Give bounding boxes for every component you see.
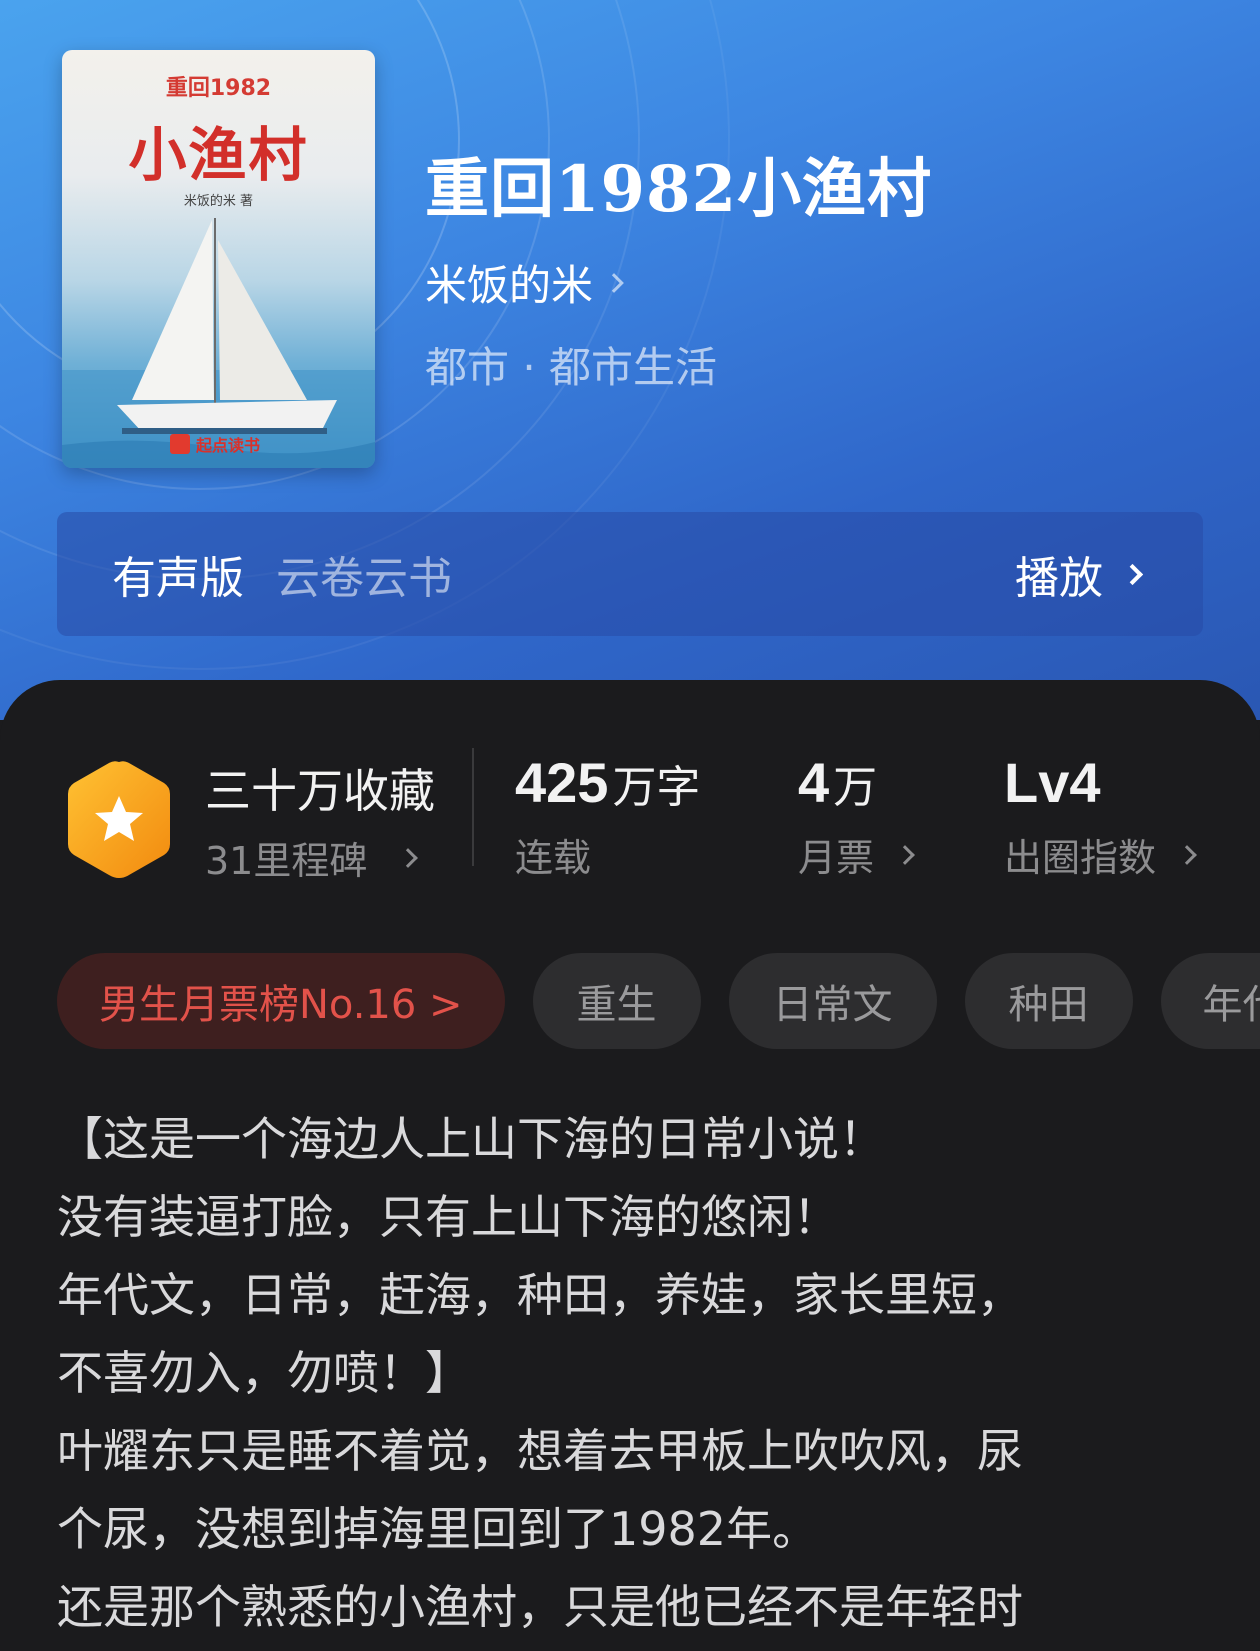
tag-chip[interactable]: 日常文 — [728, 953, 937, 1049]
audio-edition-bar[interactable]: 有声版 云卷云书 播放 — [57, 512, 1203, 636]
sailboat-illustration — [62, 218, 375, 468]
author-link[interactable]: 米饭的米 — [425, 252, 624, 313]
chevron-right-icon — [604, 272, 624, 293]
description-line: 个尿，没想到掉海里回到了1982年。 — [57, 1502, 819, 1556]
brand-logo-icon — [170, 434, 190, 454]
serial-status: 连载 — [515, 836, 592, 880]
cover-main-title: 小渔村 — [128, 121, 309, 189]
book-description[interactable]: 【这是一个海边人上山下海的日常小说！ 没有装逼打脸，只有上山下海的悠闲！ 年代文… — [57, 1100, 1217, 1646]
author-name: 米饭的米 — [425, 261, 594, 310]
book-genre[interactable]: 都市 · 都市生活 — [425, 334, 717, 395]
tag-chip[interactable]: 重生 — [532, 953, 701, 1049]
tag-list: 男生月票榜No.16 > 重生 日常文 种田 年代 — [57, 953, 1260, 1049]
monthly-ticket-stat[interactable]: 4 万 月票 — [798, 750, 915, 882]
play-button[interactable]: 播放 — [1015, 542, 1148, 606]
cover-brand: 起点读书 — [170, 432, 260, 456]
chevron-right-icon — [1121, 563, 1144, 585]
word-count-value: 425 — [515, 751, 609, 814]
play-label: 播放 — [1015, 553, 1103, 604]
chevron-right-icon — [1177, 844, 1197, 865]
popularity-level: Lv4 — [1004, 751, 1101, 814]
rank-tag[interactable]: 男生月票榜No.16 > — [57, 953, 505, 1049]
cover-author: 米饭的米 著 — [183, 194, 254, 209]
word-count-unit: 万字 — [612, 762, 701, 813]
tag-chip[interactable]: 年代 — [1160, 953, 1260, 1049]
monthly-ticket-label: 月票 — [798, 836, 875, 880]
description-line: 不喜勿入，勿喷！】 — [57, 1346, 471, 1400]
milestones-label: 31里程碑 — [205, 839, 368, 883]
monthly-ticket-value: 4 — [798, 751, 830, 814]
chevron-right-icon — [895, 844, 915, 865]
book-title: 重回1982小渔村 — [425, 152, 933, 227]
chevron-right-icon — [398, 847, 419, 868]
milestones-link[interactable]: 31里程碑 — [205, 830, 419, 885]
description-line: 【这是一个海边人上山下海的日常小说！ — [57, 1112, 885, 1166]
cover-brand-text: 起点读书 — [196, 436, 261, 455]
book-cover[interactable]: 重回1982 小渔村 米饭的米 著 起点读书 — [62, 50, 375, 468]
description-line: 没有装逼打脸，只有上山下海的悠闲！ — [57, 1190, 839, 1244]
book-header: 重回1982 小渔村 米饭的米 著 起点读书 重回1982小渔村 米饭的米 都市… — [0, 0, 1260, 720]
description-line: 叶耀东只是睡不着觉，想着去甲板上吹吹风，尿 — [57, 1424, 1023, 1478]
audio-label: 有声版 — [112, 553, 244, 604]
tag-chip[interactable]: 种田 — [964, 953, 1133, 1049]
stats-divider — [472, 748, 474, 866]
popularity-label: 出圈指数 — [1004, 836, 1157, 880]
description-line: 还是那个熟悉的小渔村，只是他已经不是年轻时 — [57, 1580, 1023, 1634]
cover-sup-title: 重回1982 — [165, 76, 272, 101]
monthly-ticket-unit: 万 — [833, 762, 878, 813]
audio-narrator: 云卷云书 — [276, 553, 452, 604]
word-count-stat: 425 万字 连载 — [515, 750, 700, 882]
popularity-index-stat[interactable]: Lv4 出圈指数 — [1004, 750, 1197, 882]
description-line: 年代文，日常，赶海，种田，养娃，家长里短， — [57, 1268, 1023, 1322]
favorites-badge-icon[interactable] — [64, 758, 174, 880]
favorites-count[interactable]: 三十万收藏 — [205, 755, 435, 821]
